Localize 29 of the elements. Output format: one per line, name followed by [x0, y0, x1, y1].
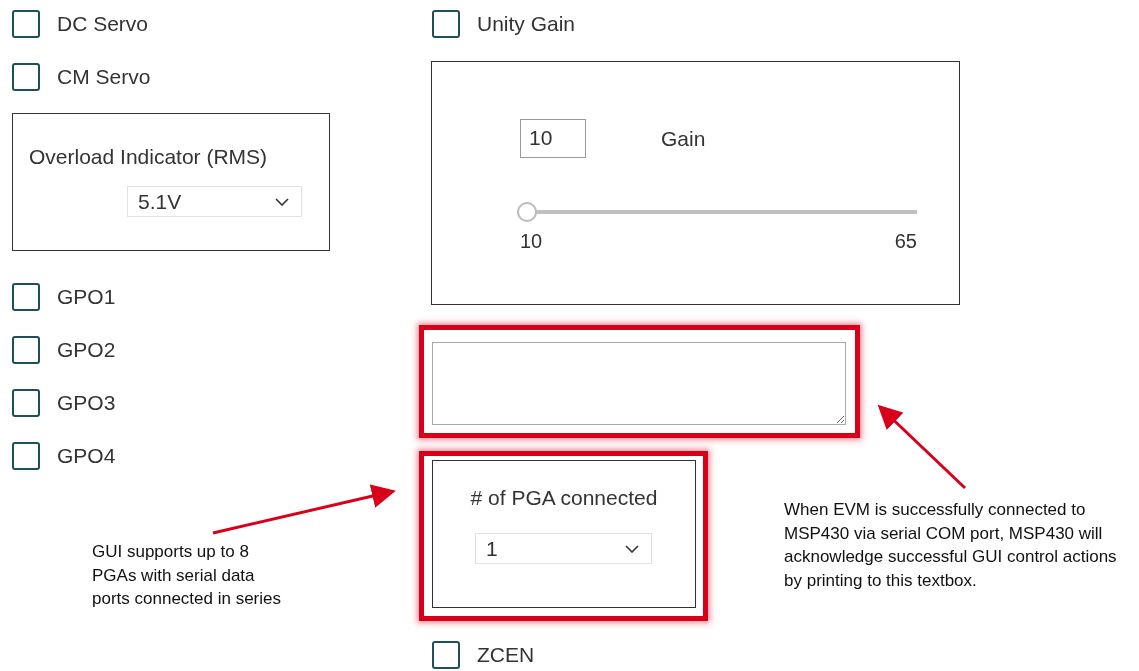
checkbox[interactable] — [12, 389, 40, 417]
gain-input[interactable]: 10 — [520, 119, 586, 158]
annotation-text: When EVM is successfully connected to MSP430 via serial COM port, MSP430 will acknowledge successful GUI control actions by printing to this textbox. — [784, 499, 1118, 592]
checkbox[interactable] — [432, 641, 460, 669]
annotation-text: GUI supports up to 8 PGAs with serial data ports connected in series — [92, 541, 282, 610]
dropdown[interactable]: 1 — [475, 533, 652, 564]
slider-max-label: 65 — [894, 230, 917, 253]
chevron-down-icon — [275, 197, 289, 206]
checkbox-label: CM Servo — [57, 65, 151, 89]
checkbox-label: GPO2 — [57, 338, 116, 362]
panel-title: Overload Indicator (RMS) — [29, 144, 269, 170]
dropdown[interactable]: 5.1V — [127, 186, 302, 217]
checkbox-label: GPO1 — [57, 285, 116, 309]
slider-min-label: 10 — [520, 230, 543, 253]
checkbox[interactable] — [12, 10, 40, 38]
checkbox[interactable] — [12, 283, 40, 311]
slider-thumb[interactable] — [517, 202, 537, 222]
checkbox[interactable] — [12, 442, 40, 470]
checkbox[interactable] — [432, 10, 460, 38]
checkbox-label: ZCEN — [477, 643, 535, 667]
checkbox-label: GPO4 — [57, 444, 116, 468]
gain-label: Gain — [661, 126, 706, 151]
chevron-down-icon — [625, 544, 639, 553]
checkbox-label: Unity Gain — [477, 12, 576, 36]
panel-title: # of PGA connected — [469, 485, 659, 511]
checkbox-label: DC Servo — [57, 12, 149, 36]
checkbox-label: GPO3 — [57, 391, 116, 415]
checkbox[interactable] — [12, 336, 40, 364]
checkbox[interactable] — [12, 63, 40, 91]
